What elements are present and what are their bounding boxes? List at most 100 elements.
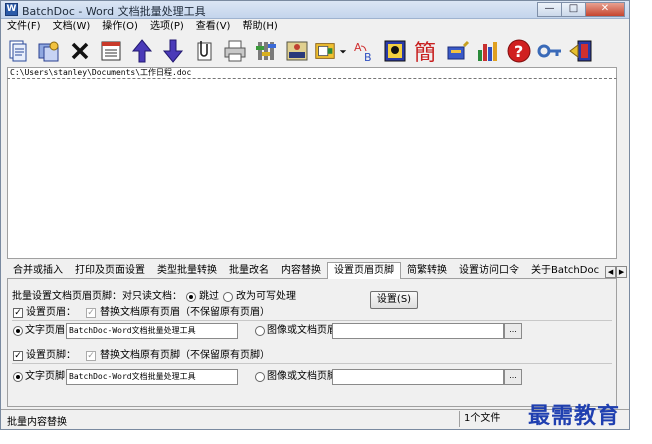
help-button[interactable]: ? xyxy=(504,36,534,66)
svg-text:?: ? xyxy=(514,42,523,61)
move-up-icon xyxy=(131,39,153,63)
header-footer-panel: 批量设置文档页眉页脚： 对只读文档： 跳过 改为可写处理 设置(S) ✓ 设置页… xyxy=(7,279,617,407)
exit-button[interactable] xyxy=(566,36,596,66)
tab-scroll-left-button[interactable]: ◀ xyxy=(605,266,617,278)
footer-image-label: 图像或文档页脚 xyxy=(267,371,337,382)
statistics-button[interactable] xyxy=(473,36,503,66)
watermark-text: 最需教育 xyxy=(528,403,621,429)
window-controls: — □ ✕ xyxy=(537,2,625,17)
settings-button[interactable] xyxy=(251,36,281,66)
add-documents-button[interactable] xyxy=(3,36,33,66)
footer-text-radio[interactable] xyxy=(13,372,23,382)
move-down-button[interactable] xyxy=(158,36,188,66)
file-list-item[interactable]: C:\Users\stanley\Documents\工作日程.doc xyxy=(7,67,617,78)
tab-header-footer[interactable]: 设置页眉页脚 xyxy=(327,262,401,279)
title-bar[interactable]: W BatchDoc - Word 文档批量处理工具 — □ ✕ xyxy=(1,1,629,19)
password-icon xyxy=(447,40,470,60)
header-text-radio[interactable] xyxy=(13,326,23,336)
header-text-input[interactable]: BatchDoc-Word文档批量处理工具 xyxy=(66,323,238,339)
attach-icon xyxy=(197,41,212,61)
writable-radio[interactable] xyxy=(223,292,233,302)
footer-enable-checkbox[interactable]: ✓ xyxy=(13,351,23,361)
help-icon: ? xyxy=(507,39,531,63)
header-image-input[interactable] xyxy=(332,323,504,339)
footer-text-label: 文字页脚 xyxy=(25,371,65,382)
attach-button[interactable] xyxy=(189,36,219,66)
type-convert-icon xyxy=(315,43,335,59)
menu-file[interactable]: 文件(F) xyxy=(1,19,47,35)
menu-view[interactable]: 查看(V) xyxy=(190,19,237,35)
print-icon xyxy=(224,40,246,62)
footer-enable-label: 设置页脚： xyxy=(26,350,76,361)
close-button[interactable]: ✕ xyxy=(585,2,625,17)
move-down-icon xyxy=(162,39,184,63)
skip-label: 跳过 xyxy=(199,291,219,302)
file-list[interactable] xyxy=(7,78,617,259)
toolbar: AB 簡 ? xyxy=(3,35,625,67)
tab-simp-trad-convert[interactable]: 简繁转换 xyxy=(401,263,453,278)
readonly-label: 对只读文档： xyxy=(122,291,182,302)
print-button[interactable] xyxy=(220,36,250,66)
header-image-label: 图像或文档页眉 xyxy=(267,325,337,336)
footer-text-input[interactable]: BatchDoc-Word文档批量处理工具 xyxy=(66,369,238,385)
dropdown-arrow-icon xyxy=(339,50,347,54)
footer-replace-checkbox[interactable]: ✓ xyxy=(86,351,96,361)
footer-separator xyxy=(12,363,612,364)
password-button[interactable] xyxy=(442,36,472,66)
menu-document[interactable]: 文档(W) xyxy=(47,19,97,35)
tab-print-page-setup[interactable]: 打印及页面设置 xyxy=(69,263,151,278)
simplified-chinese-icon: 簡 xyxy=(414,41,436,64)
remove-button[interactable] xyxy=(65,36,95,66)
header-replace-checkbox[interactable]: ✓ xyxy=(86,308,96,318)
clear-list-icon xyxy=(101,41,121,61)
maximize-button[interactable]: □ xyxy=(561,2,586,17)
header-image-radio[interactable] xyxy=(255,326,265,336)
rename-button[interactable] xyxy=(282,36,312,66)
footer-image-input[interactable] xyxy=(332,369,504,385)
menu-help[interactable]: 帮助(H) xyxy=(236,19,283,35)
header-browse-button[interactable]: ... xyxy=(504,323,522,339)
tab-access-password[interactable]: 设置访问口令 xyxy=(453,263,525,278)
add-documents-icon xyxy=(9,40,27,62)
tab-merge-insert[interactable]: 合并或插入 xyxy=(7,263,69,278)
panel-heading: 批量设置文档页眉页脚： xyxy=(12,291,122,302)
tab-scroll-right-button[interactable]: ▶ xyxy=(616,266,628,278)
skip-radio[interactable] xyxy=(186,292,196,302)
move-up-button[interactable] xyxy=(127,36,157,66)
tab-type-convert[interactable]: 类型批量转换 xyxy=(151,263,223,278)
header-separator xyxy=(12,320,612,321)
svg-text:A: A xyxy=(354,41,362,54)
text-replace-button[interactable]: AB xyxy=(349,36,379,66)
tab-scroll: ◀ ▶ xyxy=(605,266,628,278)
menu-operation[interactable]: 操作(O) xyxy=(96,19,144,35)
settings-icon xyxy=(256,42,276,60)
tab-about[interactable]: 关于BatchDoc xyxy=(525,263,605,278)
header-enable-label: 设置页眉： xyxy=(26,307,76,318)
writable-label: 改为可写处理 xyxy=(236,291,296,302)
key-button[interactable] xyxy=(535,36,565,66)
tab-batch-rename[interactable]: 批量改名 xyxy=(223,263,275,278)
footer-browse-button[interactable]: ... xyxy=(504,369,522,385)
header-enable-checkbox[interactable]: ✓ xyxy=(13,308,23,318)
simplified-chinese-button[interactable]: 簡 xyxy=(411,36,441,66)
type-convert-button[interactable] xyxy=(313,36,337,66)
page-setup-button[interactable] xyxy=(380,36,410,66)
minimize-button[interactable]: — xyxy=(537,2,562,17)
add-folder-icon xyxy=(38,41,59,62)
window-title: BatchDoc - Word 文档批量处理工具 xyxy=(22,5,206,18)
footer-image-radio[interactable] xyxy=(255,372,265,382)
header-replace-label: 替换文档原有页眉（不保留原有页眉） xyxy=(100,307,270,318)
exit-icon xyxy=(569,40,592,62)
set-button[interactable]: 设置(S) xyxy=(370,291,418,309)
simplified-glyph: 簡 xyxy=(414,41,436,64)
type-convert-dropdown[interactable] xyxy=(338,36,348,66)
key-icon xyxy=(537,44,561,58)
clear-list-button[interactable] xyxy=(96,36,126,66)
tab-content-replace[interactable]: 内容替换 xyxy=(275,263,327,278)
menu-options[interactable]: 选项(P) xyxy=(144,19,190,35)
text-replace-icon: AB xyxy=(354,41,372,64)
app-icon: W xyxy=(5,3,18,16)
add-folder-button[interactable] xyxy=(34,36,64,66)
status-text: 批量内容替换 xyxy=(7,417,67,428)
statistics-icon xyxy=(478,42,497,61)
